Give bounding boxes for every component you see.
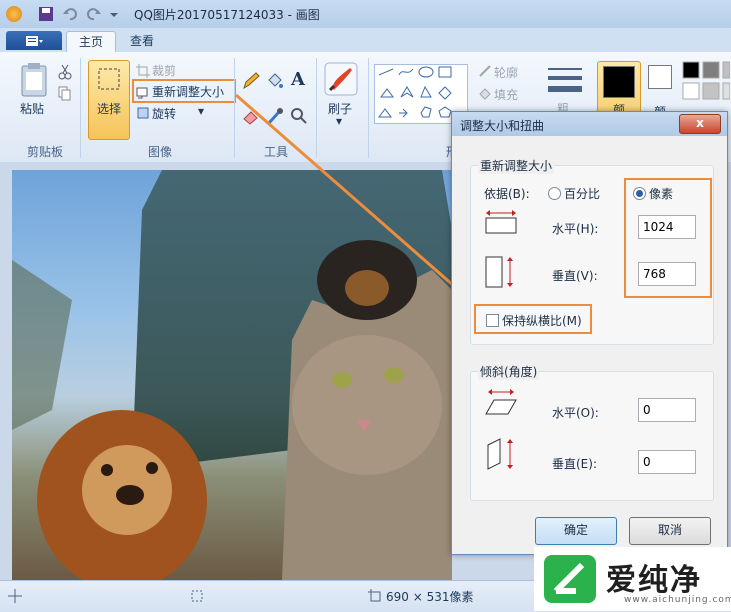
dialog-titlebar: 调整大小和扭曲 x: [452, 112, 727, 136]
cut-icon[interactable]: [58, 64, 72, 83]
canvas-image[interactable]: [12, 170, 452, 580]
title-bar: QQ图片20170517124033 - 画图: [0, 0, 731, 29]
save-icon[interactable]: [38, 6, 54, 22]
tools-group-label: 工具: [263, 145, 288, 159]
tab-view[interactable]: 查看: [118, 31, 166, 52]
rotate-button[interactable]: 旋转: [152, 105, 176, 122]
group-separator: [80, 58, 81, 158]
photo-scene: [12, 170, 452, 580]
group-separator: [316, 58, 317, 158]
file-menu-button[interactable]: [6, 31, 62, 50]
watermark-url: www.aichunjing.com: [624, 595, 731, 605]
fill-icon[interactable]: [266, 72, 284, 93]
paste-button[interactable]: 粘贴: [20, 100, 44, 117]
keep-ratio-highlight-box: [474, 304, 592, 334]
menu-icon: [26, 36, 43, 46]
select-button[interactable]: 选择: [88, 60, 130, 140]
skew-horizontal-label: 水平(O):: [552, 406, 599, 420]
vertical-resize-icon: [484, 255, 518, 292]
brush-icon[interactable]: [324, 62, 358, 99]
undo-icon[interactable]: [62, 6, 78, 22]
text-tool-icon[interactable]: A: [291, 69, 305, 90]
ribbon-tab-row: 主页 查看: [0, 28, 731, 53]
watermark: 爱纯净 www.aichunjing.com: [534, 547, 731, 611]
tab-home[interactable]: 主页: [66, 31, 116, 53]
crop-button[interactable]: 裁剪: [152, 62, 176, 79]
customize-qat-icon[interactable]: [108, 6, 124, 22]
outline-icon[interactable]: [478, 64, 492, 81]
window-title: QQ图片20170517124033 - 画图: [134, 8, 320, 22]
by-label: 依据(B):: [484, 187, 530, 201]
select-label: 选择: [96, 102, 121, 116]
select-icon: [98, 68, 120, 90]
copy-icon[interactable]: [58, 86, 72, 105]
image-group-label: 图像: [147, 145, 172, 159]
skew-vertical-input[interactable]: 0: [638, 450, 696, 474]
cursor-position-icon: [8, 589, 22, 606]
cancel-button[interactable]: 取消: [629, 517, 711, 545]
resize-highlight-box: [132, 79, 236, 103]
percent-option-label[interactable]: 百分比: [564, 185, 600, 202]
redo-icon[interactable]: [86, 6, 102, 22]
rotate-dropdown-icon[interactable]: ▾: [198, 104, 204, 118]
clipboard-group-label: 剪贴板: [26, 145, 63, 159]
paint-app-icon[interactable]: [6, 6, 22, 22]
watermark-text: 爱纯净: [606, 563, 702, 598]
eraser-icon[interactable]: [242, 107, 260, 128]
watermark-logo: [542, 553, 598, 608]
vertical-label: 垂直(V):: [552, 269, 598, 283]
color-picker-icon[interactable]: [266, 107, 284, 128]
color2-swatch: [648, 65, 672, 89]
pixels-values-highlight-box: [624, 178, 712, 298]
color1-swatch: [603, 66, 635, 98]
horizontal-label: 水平(H):: [552, 222, 599, 236]
resize-group-title: 重新调整大小: [478, 157, 555, 174]
magnifier-icon[interactable]: [290, 107, 308, 128]
brush-dropdown-icon[interactable]: ▾: [336, 114, 342, 128]
skew-horizontal-input[interactable]: 0: [638, 398, 696, 422]
horizontal-skew-icon: [484, 388, 518, 421]
fill-shape-icon[interactable]: [478, 86, 492, 103]
image-size-text: 690 × 531像素: [386, 590, 474, 604]
outline-button[interactable]: 轮廓: [494, 64, 518, 81]
size-icon[interactable]: [548, 66, 582, 99]
image-size-icon: [368, 589, 382, 606]
dialog-close-button[interactable]: x: [679, 114, 721, 134]
group-separator: [234, 58, 235, 158]
skew-vertical-label: 垂直(E):: [552, 457, 597, 471]
ok-button[interactable]: 确定: [535, 517, 617, 545]
dialog-title: 调整大小和扭曲: [460, 119, 545, 133]
paste-icon[interactable]: [20, 62, 50, 101]
percent-radio[interactable]: [548, 187, 561, 200]
selection-size-icon: [190, 589, 204, 606]
rotate-icon[interactable]: [136, 106, 150, 123]
group-separator: [368, 58, 369, 158]
horizontal-resize-icon: [484, 209, 518, 238]
skew-group-title: 倾斜(角度): [478, 363, 540, 380]
fill-shape-button[interactable]: 填充: [494, 86, 518, 103]
pencil-icon[interactable]: [242, 72, 260, 93]
vertical-skew-icon: [484, 437, 518, 474]
